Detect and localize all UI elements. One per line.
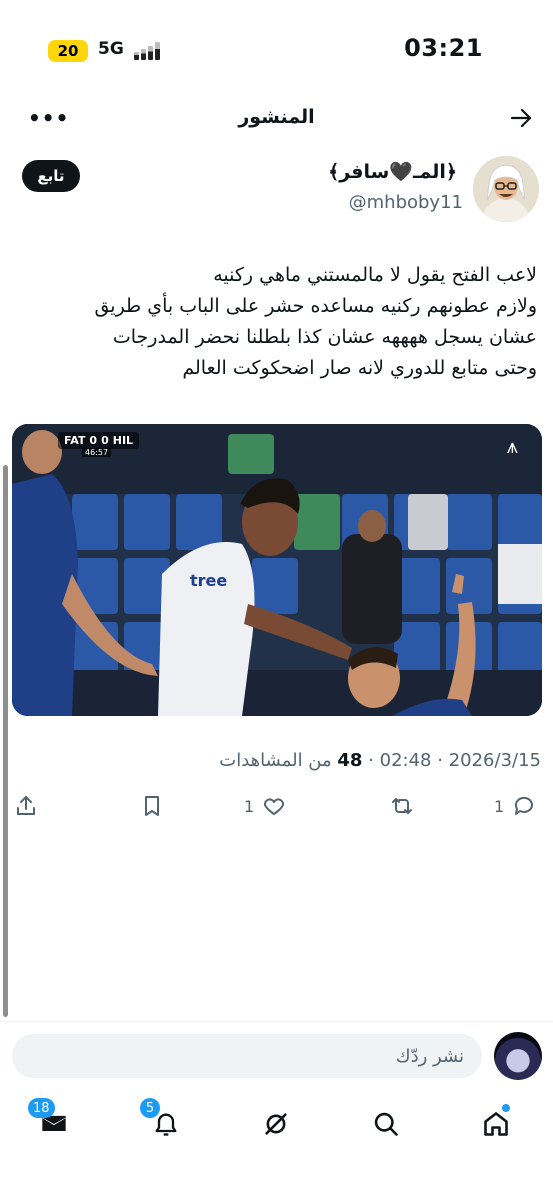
match-clock: 46:57 xyxy=(82,448,112,457)
post-date: 2026/3/15 xyxy=(448,750,541,771)
post-text-line: عشان يسجل ههههه عشان كذا بلطلنا نحضر الم… xyxy=(112,326,537,348)
away-score: 0 xyxy=(101,434,109,447)
views-label: من المشاهدات xyxy=(219,750,332,771)
nav-search[interactable] xyxy=(368,1106,404,1142)
post-meta: 2026/3/15 · 02:48 · 48 من المشاهدات xyxy=(219,750,541,771)
post-header: ••• المنشور xyxy=(0,96,553,142)
divider xyxy=(0,1021,553,1022)
away-team: HIL xyxy=(112,434,134,447)
meta-separator: · xyxy=(431,750,443,771)
status-time: 03:21 xyxy=(404,34,483,62)
signal-icon xyxy=(134,42,160,60)
svg-text:tree: tree xyxy=(190,571,227,590)
share-button[interactable] xyxy=(14,794,38,818)
author-handle[interactable]: @mhboby11 xyxy=(349,192,463,213)
battery-indicator: 20 xyxy=(48,40,88,62)
messages-badge: 18 xyxy=(28,1098,55,1118)
nav-notifications[interactable]: 5 xyxy=(140,1098,184,1142)
views-count[interactable]: 48 xyxy=(337,750,362,771)
post-text-line: ولازم عطونهم ركنيه مساعده حشر على الباب … xyxy=(94,295,537,317)
home-icon xyxy=(484,1112,508,1136)
user-avatar[interactable] xyxy=(494,1032,542,1080)
reply-icon xyxy=(515,796,534,815)
scrollbar[interactable] xyxy=(3,465,8,1017)
like-button[interactable]: 1 xyxy=(244,794,286,818)
match-scoreboard: FAT 0 0 HIL xyxy=(58,432,140,449)
home-unread-dot xyxy=(502,1104,510,1112)
reply-count: 1 xyxy=(494,796,505,816)
post-text-line: لاعب الفتح يقول لا مالمستني ماهي ركنيه xyxy=(213,264,537,286)
bottom-navigation: 18 5 xyxy=(0,1096,553,1156)
like-count: 1 xyxy=(244,796,255,816)
reply-input[interactable] xyxy=(12,1034,482,1078)
notifications-badge: 5 xyxy=(140,1098,160,1118)
post-actions: 1 1 xyxy=(0,794,553,826)
heart-icon xyxy=(264,798,285,815)
post-text: لاعب الفتح يقول لا مالمستني ماهي ركنيه و… xyxy=(12,260,537,384)
search-icon xyxy=(374,1112,398,1136)
nav-grok[interactable] xyxy=(258,1106,294,1142)
post-video[interactable]: tree FAT 0 0 HIL 46:57 ⩚ xyxy=(12,424,542,716)
status-bar: 20 5G 03:21 xyxy=(0,0,553,100)
network-type: 5G xyxy=(98,39,124,59)
author-avatar[interactable] xyxy=(473,156,539,222)
retweet-button[interactable] xyxy=(390,794,414,818)
reply-button[interactable]: 1 xyxy=(494,794,536,818)
home-score: 0 xyxy=(89,434,98,447)
grok-icon xyxy=(265,1113,287,1135)
nav-messages[interactable]: 18 xyxy=(28,1098,72,1142)
follow-button[interactable]: تابع xyxy=(22,160,80,192)
post-text-line: وحتى متابع للدوري لانه صار اضحكوكت العال… xyxy=(182,357,537,379)
author-display-name[interactable]: ﴿المـ🖤سافر﴾ xyxy=(328,160,457,183)
video-frame: tree xyxy=(12,424,542,716)
bookmark-icon xyxy=(145,796,159,816)
retweet-icon xyxy=(392,798,412,814)
page-title: المنشور xyxy=(238,106,315,128)
post-time: 02:48 xyxy=(379,750,432,771)
bookmark-button[interactable] xyxy=(140,794,164,818)
share-icon xyxy=(17,796,35,815)
meta-separator: · xyxy=(362,750,374,771)
channel-logo-icon: ⩚ xyxy=(506,434,518,458)
home-team: FAT xyxy=(64,434,86,447)
arrow-right-icon[interactable] xyxy=(509,106,533,130)
nav-home[interactable] xyxy=(478,1104,514,1142)
